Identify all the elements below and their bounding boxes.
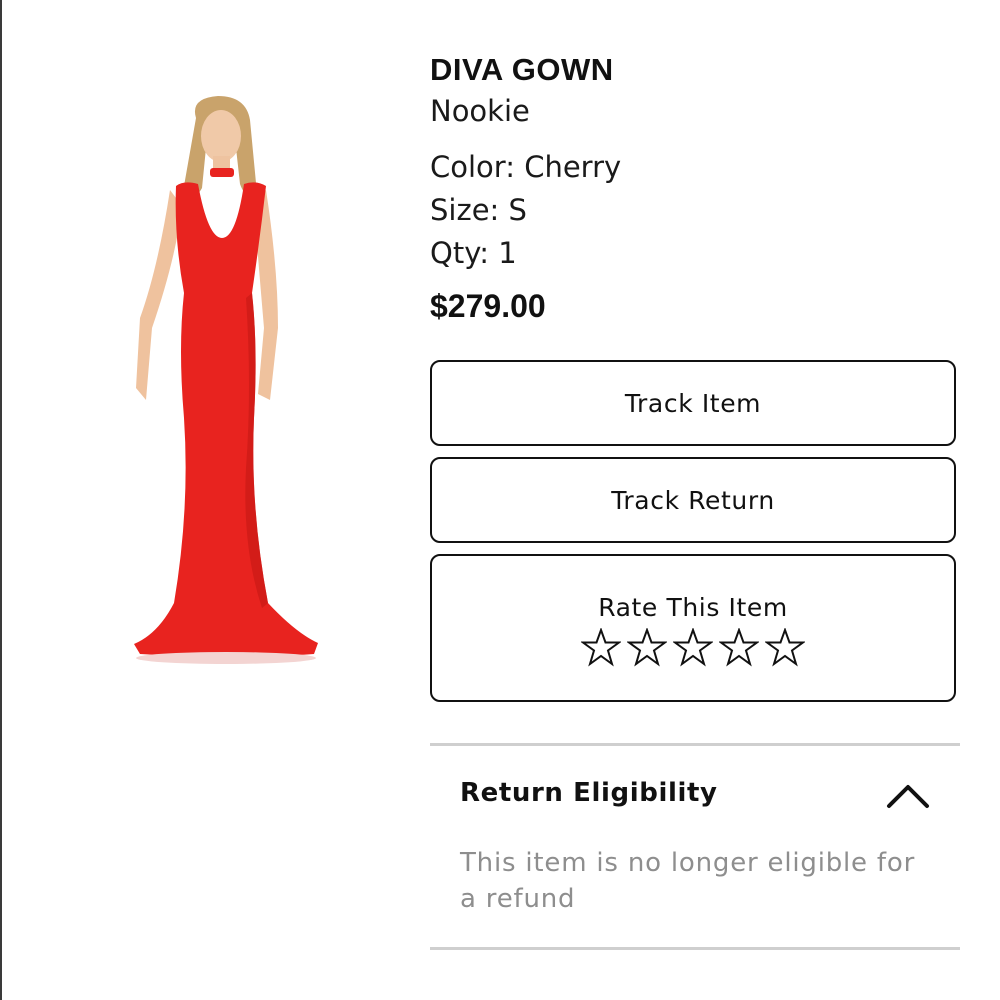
chevron-up-icon[interactable]: [885, 780, 931, 810]
star-rating: [581, 627, 805, 668]
product-price: $279.00: [430, 288, 546, 324]
star-icon[interactable]: [627, 627, 667, 668]
star-icon[interactable]: [765, 627, 805, 668]
section-divider: [430, 947, 960, 950]
track-return-button[interactable]: Track Return: [430, 457, 956, 543]
window-left-edge: [0, 0, 2, 1000]
star-icon[interactable]: [673, 627, 713, 668]
star-icon[interactable]: [581, 627, 621, 668]
star-icon[interactable]: [719, 627, 759, 668]
rate-item-label: Rate This Item: [598, 592, 788, 622]
track-return-label: Track Return: [611, 485, 775, 515]
track-item-button[interactable]: Track Item: [430, 360, 956, 446]
track-item-label: Track Item: [624, 388, 762, 418]
product-image[interactable]: [118, 88, 328, 668]
product-brand: Nookie: [430, 94, 530, 128]
rate-item-panel: Rate This Item: [430, 554, 956, 702]
return-eligibility-message: This item is no longer eligible for a re…: [460, 848, 916, 914]
product-quantity: Qty: 1: [430, 236, 517, 270]
product-size: Size: S: [430, 193, 527, 227]
return-eligibility-title[interactable]: Return Eligibility: [460, 778, 718, 808]
section-divider: [430, 743, 960, 746]
product-title: DIVA GOWN: [430, 52, 614, 87]
product-color: Color: Cherry: [430, 150, 622, 184]
